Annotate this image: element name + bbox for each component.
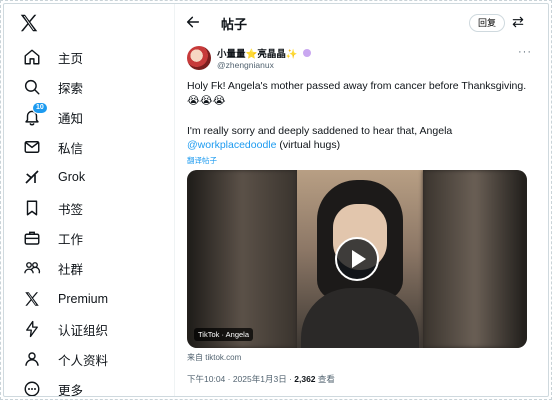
sidebar-item-home[interactable]: 主页 bbox=[12, 42, 162, 72]
sidebar-item-label: 私信 bbox=[58, 141, 84, 156]
sidebar: 主页 探索 10 通知 私信 Grok 书签 工作 社群 Premium 认证组… bbox=[4, 4, 174, 397]
sidebar-item-label: 书签 bbox=[58, 202, 84, 217]
more-circle-icon bbox=[20, 377, 44, 396]
sidebar-item-notifications[interactable]: 10 通知 bbox=[12, 102, 162, 132]
app-window: 主页 探索 10 通知 私信 Grok 书签 工作 社群 Premium 认证组… bbox=[3, 3, 549, 397]
sidebar-item-label: Premium bbox=[58, 292, 109, 306]
sidebar-item-more[interactable]: 更多 bbox=[12, 374, 162, 397]
home-icon bbox=[20, 45, 44, 69]
sidebar-item-jobs[interactable]: 工作 bbox=[12, 223, 162, 253]
sidebar-item-explore[interactable]: 探索 bbox=[12, 72, 162, 102]
sidebar-item-label: 认证组织 bbox=[58, 323, 109, 338]
sidebar-item-label: 工作 bbox=[58, 232, 84, 247]
post-emojis: 😭😭😭 bbox=[187, 95, 226, 107]
briefcase-icon bbox=[20, 226, 44, 250]
author-name[interactable]: 小量量⭐亮晶晶✨ bbox=[217, 46, 298, 60]
badge-icon bbox=[302, 49, 311, 57]
people-icon bbox=[20, 256, 44, 280]
person-icon bbox=[20, 347, 44, 371]
video-player[interactable]: TikTok · Angela bbox=[187, 170, 527, 348]
sidebar-item-communities[interactable]: 社群 bbox=[12, 253, 162, 283]
video-person-body bbox=[301, 288, 419, 348]
view-count: 2,362 bbox=[294, 374, 316, 384]
post-text-line-2: @workplacedoodle (virtual hugs) bbox=[187, 138, 537, 152]
mention-link[interactable]: @workplacedoodle bbox=[187, 139, 276, 151]
x-icon bbox=[20, 287, 44, 311]
author-handle[interactable]: @zhengnianux bbox=[217, 60, 274, 70]
post-text-line: I'm really sorry and deeply saddened to … bbox=[187, 125, 453, 137]
bell-icon: 10 bbox=[20, 102, 48, 129]
sidebar-item-label: 更多 bbox=[58, 383, 84, 397]
sidebar-item-label: 主页 bbox=[58, 51, 84, 66]
post-text: Holy Fk! Angela's mother passed away fro… bbox=[187, 80, 527, 92]
mail-icon bbox=[20, 135, 44, 159]
main-column: 帖子 回复 小量量⭐亮晶晶✨ @zhengnianux ··· Holy Fk!… bbox=[174, 4, 547, 396]
sidebar-item-profile[interactable]: 个人资料 bbox=[12, 344, 162, 374]
grok-icon bbox=[20, 165, 44, 189]
media-source-tag: TikTok · Angela bbox=[194, 328, 253, 341]
back-arrow-icon[interactable] bbox=[185, 14, 201, 30]
x-logo-icon[interactable] bbox=[18, 12, 42, 36]
sidebar-item-grok[interactable]: Grok bbox=[12, 162, 162, 192]
sidebar-item-bookmarks[interactable]: 书签 bbox=[12, 193, 162, 223]
reply-button[interactable]: 回复 bbox=[469, 14, 506, 32]
media-source-link[interactable]: 来自 tiktok.com bbox=[187, 352, 241, 363]
sidebar-item-verified-orgs[interactable]: 认证组织 bbox=[12, 314, 162, 344]
play-icon[interactable] bbox=[335, 237, 379, 281]
post-text-suffix: (virtual hugs) bbox=[276, 139, 341, 151]
notification-badge: 10 bbox=[32, 102, 48, 114]
post-text-secondary: I'm really sorry and deeply saddened to … bbox=[187, 124, 537, 152]
sidebar-item-label: 个人资料 bbox=[58, 353, 109, 368]
adjust-icon[interactable] bbox=[511, 15, 527, 31]
post-meta: 下午10:04 · 2025年1月3日 · 2,362 查看 bbox=[187, 373, 335, 385]
video-blur-left bbox=[187, 170, 297, 348]
sidebar-item-premium[interactable]: Premium bbox=[12, 284, 162, 314]
post-timestamp[interactable]: 下午10:04 · 2025年1月3日 · bbox=[187, 374, 294, 384]
post-header: 帖子 回复 bbox=[175, 4, 547, 40]
sidebar-item-label: Grok bbox=[58, 170, 86, 184]
author-name-row[interactable]: 小量量⭐亮晶晶✨ bbox=[217, 46, 311, 60]
sidebar-item-label: 通知 bbox=[58, 111, 84, 126]
translate-link[interactable]: 翻译帖子 bbox=[187, 155, 217, 166]
search-icon bbox=[20, 75, 44, 99]
view-label: 查看 bbox=[315, 374, 335, 384]
page-title: 帖子 bbox=[221, 17, 248, 32]
bookmark-icon bbox=[20, 196, 44, 220]
more-options-icon[interactable]: ··· bbox=[518, 46, 532, 58]
sidebar-item-messages[interactable]: 私信 bbox=[12, 132, 162, 162]
avatar[interactable] bbox=[187, 46, 211, 70]
video-blur-right bbox=[423, 170, 527, 348]
lightning-icon bbox=[20, 317, 44, 341]
sidebar-item-label: 探索 bbox=[58, 81, 84, 96]
sidebar-item-label: 社群 bbox=[58, 262, 84, 277]
